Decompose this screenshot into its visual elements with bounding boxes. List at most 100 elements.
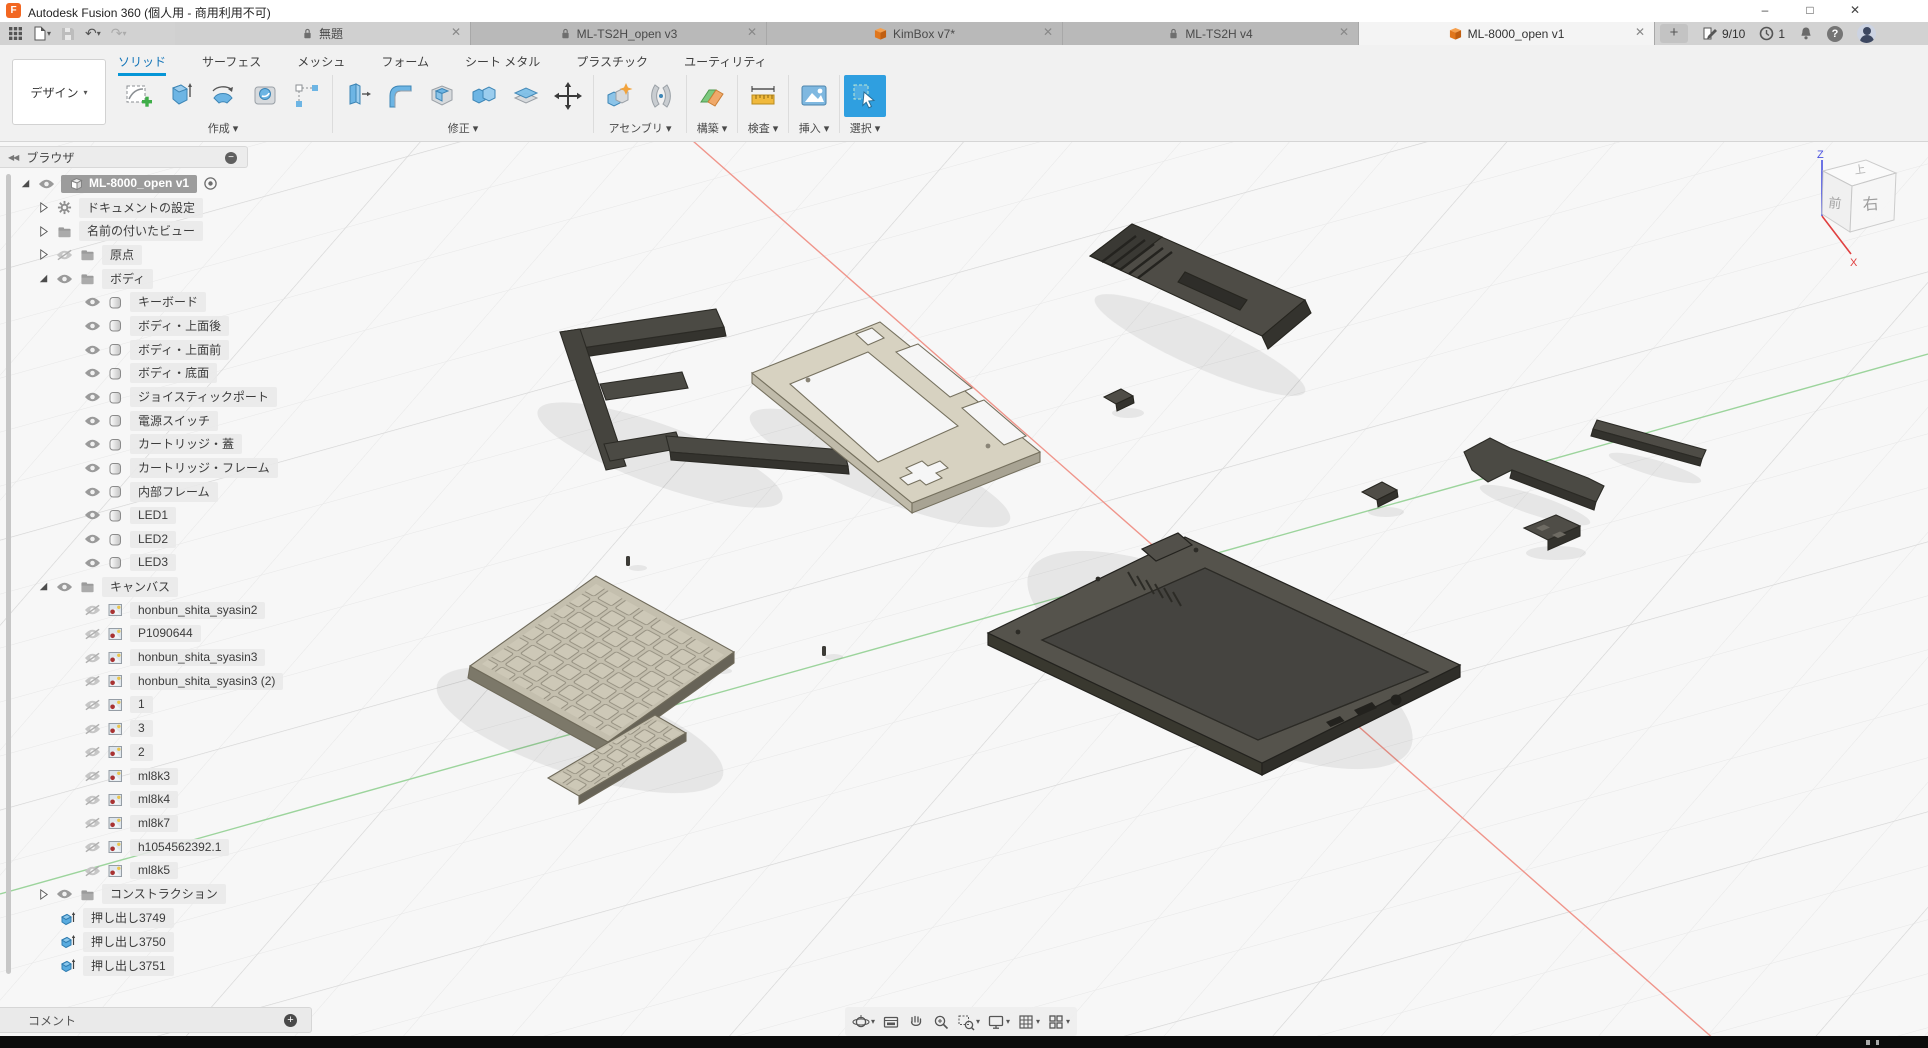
- item-label[interactable]: 押し出し3749: [83, 908, 174, 928]
- item-label[interactable]: 押し出し3750: [83, 932, 174, 952]
- item-label[interactable]: LED2: [130, 531, 176, 548]
- tree-row[interactable]: honbun_shita_syasin3: [0, 646, 250, 670]
- tree-row[interactable]: カートリッジ・フレーム: [0, 456, 250, 480]
- browser-scrollbar[interactable]: [6, 174, 11, 974]
- visibility-on-icon[interactable]: [84, 462, 101, 474]
- tree-row[interactable]: h1054562392.1: [0, 835, 250, 859]
- tree-row[interactable]: ml8k4: [0, 788, 250, 812]
- visibility-on-icon[interactable]: [84, 391, 101, 403]
- visibility-off-icon[interactable]: [56, 249, 73, 261]
- visibility-on-icon[interactable]: [84, 415, 101, 427]
- undo-icon[interactable]: ↶▾: [85, 25, 101, 42]
- group-label-create[interactable]: 作成 ▾: [208, 120, 239, 136]
- visibility-off-icon[interactable]: [84, 770, 101, 782]
- visibility-on-icon[interactable]: [84, 296, 101, 308]
- visibility-off-icon[interactable]: [84, 699, 101, 711]
- visibility-off-icon[interactable]: [84, 841, 101, 853]
- user-avatar[interactable]: [1857, 24, 1876, 43]
- expand-closed-icon[interactable]: [37, 225, 50, 238]
- construction-plane-button[interactable]: [691, 75, 733, 117]
- press-pull-button[interactable]: [337, 75, 379, 117]
- pan-button[interactable]: [905, 1013, 927, 1031]
- item-label[interactable]: ボディ・上面前: [130, 340, 229, 360]
- combine-button[interactable]: [463, 75, 505, 117]
- tree-row[interactable]: ml8k7: [0, 812, 250, 836]
- item-label[interactable]: ボディ: [102, 269, 153, 289]
- split-body-button[interactable]: [505, 75, 547, 117]
- tab-close-icon[interactable]: ✕: [747, 25, 757, 39]
- insert-canvas-button[interactable]: [793, 75, 835, 117]
- new-tab-button[interactable]: +: [1660, 24, 1688, 43]
- visibility-off-icon[interactable]: [84, 723, 101, 735]
- item-label[interactable]: ジョイスティックポート: [130, 387, 277, 407]
- item-label[interactable]: 1: [130, 696, 153, 713]
- expand-closed-icon[interactable]: [37, 248, 50, 261]
- tree-row[interactable]: ボディ・上面前: [0, 338, 250, 362]
- tree-row[interactable]: ボディ: [0, 267, 250, 291]
- tree-item-selected[interactable]: ML-8000_open v1: [61, 175, 197, 193]
- item-label[interactable]: コンストラクション: [102, 884, 226, 904]
- activate-component-radio[interactable]: [203, 176, 218, 191]
- display-settings-button[interactable]: ▾: [985, 1013, 1012, 1031]
- tree-row[interactable]: LED1: [0, 504, 250, 528]
- group-label-modify[interactable]: 修正 ▾: [448, 120, 479, 136]
- visibility-on-icon[interactable]: [84, 533, 101, 545]
- tree-row[interactable]: P1090644: [0, 622, 250, 646]
- item-label[interactable]: h1054562392.1: [130, 839, 229, 856]
- item-label[interactable]: LED1: [130, 507, 176, 524]
- item-label[interactable]: 押し出し3751: [83, 956, 174, 976]
- tab-close-icon[interactable]: ✕: [1635, 25, 1645, 39]
- create-sketch-button[interactable]: [118, 75, 160, 117]
- tree-row[interactable]: 2: [0, 741, 250, 765]
- document-tab-4[interactable]: ML-TS2H v4✕: [1063, 22, 1359, 45]
- ribbon-tab[interactable]: ソリッド: [118, 53, 166, 76]
- tree-row[interactable]: 電源スイッチ: [0, 409, 250, 433]
- item-label[interactable]: ml8k3: [130, 768, 178, 785]
- orbit-button[interactable]: ▾: [850, 1013, 877, 1031]
- tree-row[interactable]: キーボード: [0, 290, 250, 314]
- tree-row[interactable]: ボディ・底面: [0, 362, 250, 386]
- ribbon-tab[interactable]: シート メタル: [465, 53, 540, 76]
- tree-row[interactable]: 原点: [0, 243, 250, 267]
- visibility-on-icon[interactable]: [84, 509, 101, 521]
- viewport-canvas[interactable]: Z X 上 前 右: [0, 141, 1928, 1048]
- save-icon[interactable]: [61, 27, 75, 41]
- expand-closed-icon[interactable]: [37, 201, 50, 214]
- notification-center-button[interactable]: 1: [1759, 26, 1785, 41]
- group-label-assemble[interactable]: アセンブリ ▾: [608, 120, 671, 136]
- browser-header[interactable]: ◀◀ ブラウザ −: [0, 146, 248, 168]
- visibility-off-icon[interactable]: [84, 865, 101, 877]
- item-label[interactable]: 内部フレーム: [130, 482, 218, 502]
- expand-open-icon[interactable]: [19, 177, 32, 190]
- tree-row[interactable]: ドキュメントの設定: [0, 196, 250, 220]
- visibility-off-icon[interactable]: [84, 746, 101, 758]
- visibility-on-icon[interactable]: [56, 273, 73, 285]
- group-label-construct[interactable]: 構築 ▾: [697, 120, 728, 136]
- document-tab-1[interactable]: 無題✕: [175, 22, 471, 45]
- tree-row[interactable]: ジョイスティックポート: [0, 385, 250, 409]
- item-label[interactable]: LED3: [130, 554, 176, 571]
- tree-row[interactable]: ml8k5: [0, 859, 250, 883]
- visibility-off-icon[interactable]: [84, 817, 101, 829]
- ribbon-tab[interactable]: サーフェス: [202, 53, 261, 76]
- item-label[interactable]: 電源スイッチ: [130, 411, 218, 431]
- item-label[interactable]: honbun_shita_syasin3 (2): [130, 673, 283, 690]
- measure-button[interactable]: [742, 75, 784, 117]
- visibility-on-icon[interactable]: [84, 344, 101, 356]
- grid-snap-button[interactable]: ▾: [1015, 1013, 1042, 1031]
- bell-icon[interactable]: [1799, 26, 1813, 41]
- file-menu-icon[interactable]: ▾: [33, 26, 51, 41]
- revolve-button[interactable]: [202, 75, 244, 117]
- hole-button[interactable]: [244, 75, 286, 117]
- tree-row[interactable]: 押し出し3750: [0, 930, 250, 954]
- visibility-off-icon[interactable]: [84, 652, 101, 664]
- visibility-off-icon[interactable]: [84, 604, 101, 616]
- tree-row[interactable]: コンストラクション: [0, 883, 250, 907]
- ribbon-tab[interactable]: メッシュ: [297, 53, 345, 76]
- visibility-on-icon[interactable]: [84, 367, 101, 379]
- expand-open-icon[interactable]: [37, 272, 50, 285]
- tree-row[interactable]: カートリッジ・蓋: [0, 433, 250, 457]
- tree-row[interactable]: 名前の付いたビュー: [0, 219, 250, 243]
- item-label[interactable]: 3: [130, 720, 153, 737]
- pattern-button[interactable]: [286, 75, 328, 117]
